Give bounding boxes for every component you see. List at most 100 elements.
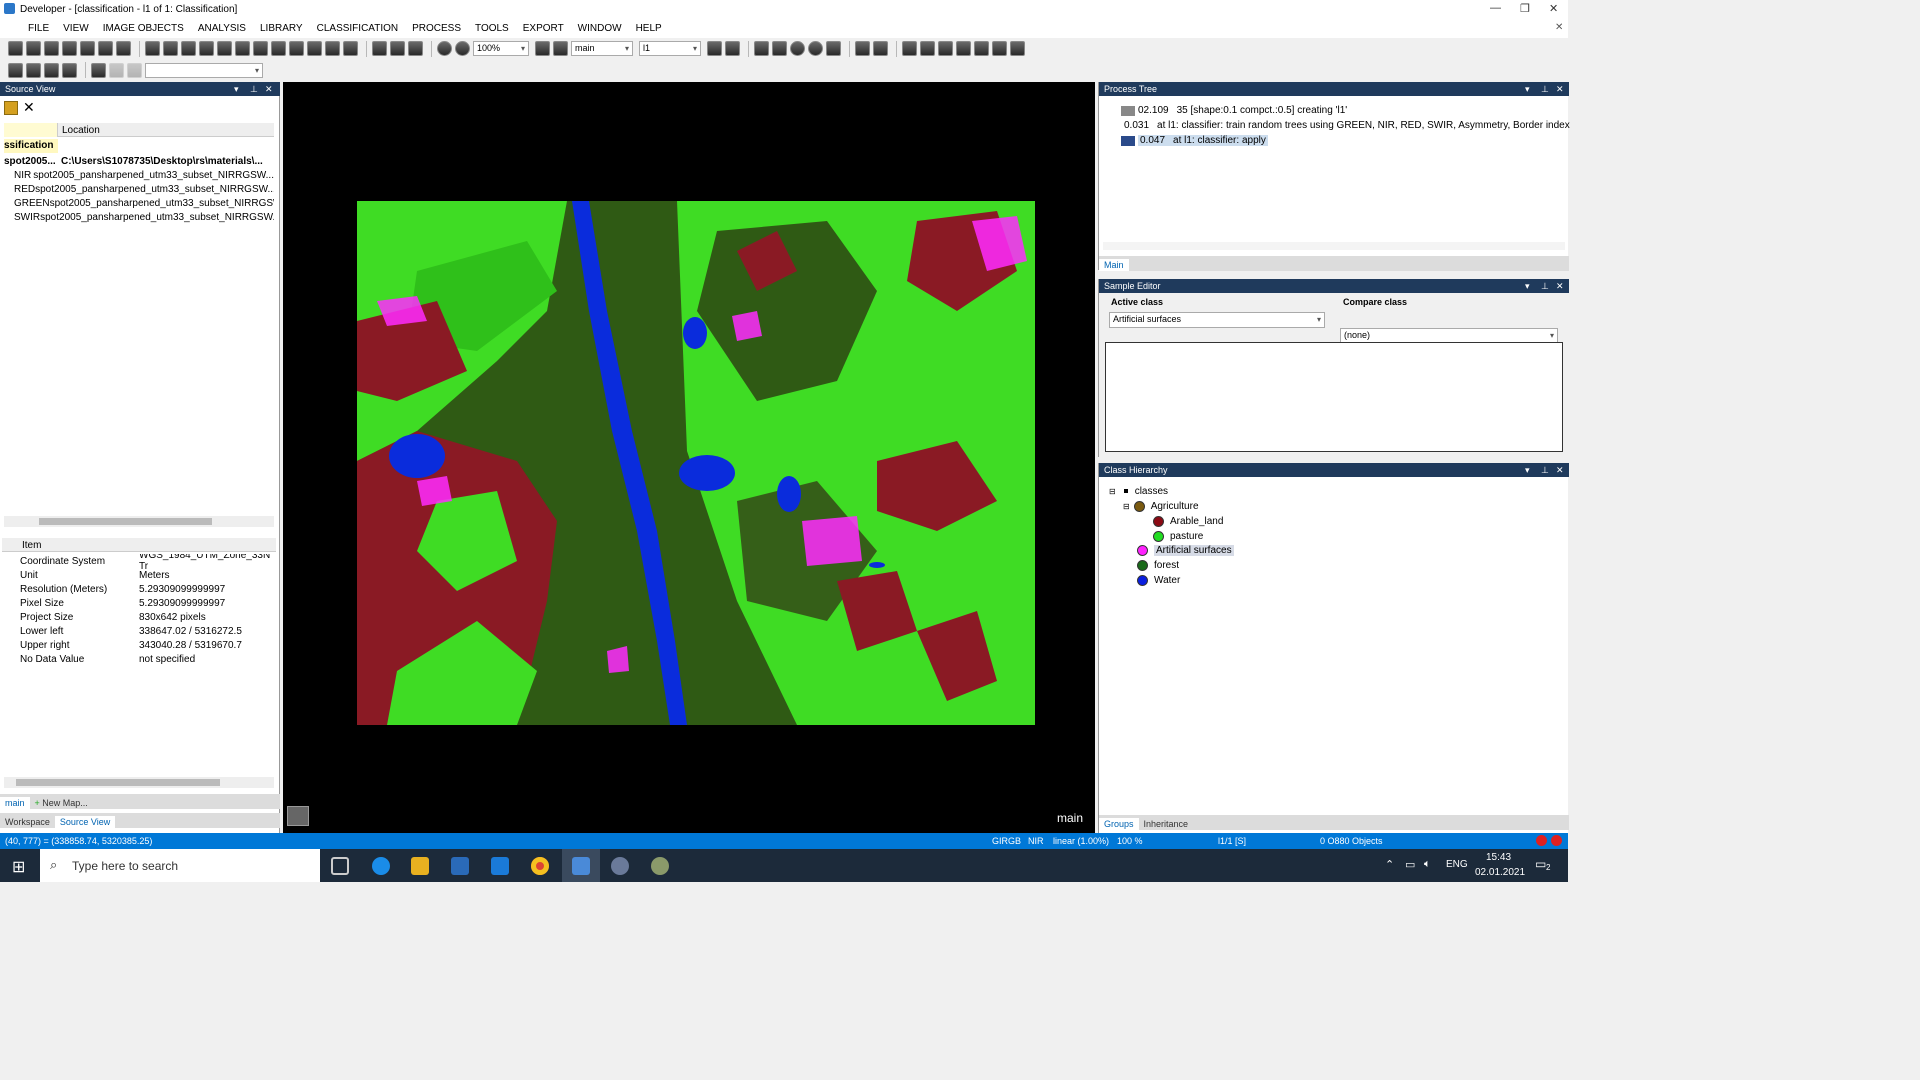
new-project-icon[interactable] (8, 41, 23, 56)
volume-icon[interactable]: 🔈︎ (1424, 858, 1431, 871)
network-icon[interactable]: ▭ (1405, 858, 1415, 871)
tab-workspace[interactable]: Workspace (0, 816, 55, 828)
pin-icon[interactable]: ⊥ (250, 82, 258, 96)
compare-view-icon[interactable] (343, 41, 358, 56)
open-project-icon[interactable] (26, 41, 41, 56)
notification-icon[interactable]: ▭ (1535, 857, 1546, 871)
restore-icon[interactable]: ❐ (1520, 2, 1530, 15)
class-item-agriculture[interactable]: ⊟ Agriculture (1123, 499, 1199, 513)
open-workspace-icon[interactable] (80, 41, 95, 56)
process-icon[interactable] (26, 62, 41, 78)
dropdown-icon[interactable]: ▾ (1525, 279, 1530, 293)
pin-icon[interactable]: ⊥ (1541, 82, 1549, 96)
band-mix-icon[interactable] (235, 41, 250, 56)
ecognition-icon[interactable] (572, 857, 590, 875)
clock-time[interactable]: 15:43 (1486, 852, 1511, 863)
rgb-icon[interactable] (253, 41, 268, 56)
split-view-icon[interactable] (307, 41, 322, 56)
source-row[interactable]: SWIR spot2005_pansharpened_utm33_subset_N… (4, 210, 274, 224)
execute-icon[interactable] (8, 62, 23, 78)
language-indicator[interactable]: ENG (1446, 859, 1468, 870)
redo-icon[interactable] (873, 41, 888, 56)
map-viewer[interactable]: main (283, 82, 1095, 833)
task-view-icon[interactable] (331, 857, 349, 875)
dropdown-icon[interactable]: ▾ (234, 82, 239, 96)
pin-icon[interactable]: ⊥ (1541, 279, 1549, 293)
save-all-icon[interactable] (116, 41, 131, 56)
menu-analysis[interactable]: ANALYSIS (198, 23, 246, 34)
info-icon[interactable] (790, 41, 805, 56)
source-row[interactable]: NIR spot2005_pansharpened_utm33_subset_NI… (4, 168, 274, 182)
zoom-select[interactable]: 100% (473, 41, 529, 56)
menu-export[interactable]: EXPORT (523, 23, 564, 34)
sample-icon[interactable] (44, 62, 59, 78)
clock-date[interactable]: 02.01.2021 (1475, 867, 1525, 878)
menu-process[interactable]: PROCESS (412, 23, 461, 34)
app-icon[interactable] (651, 857, 669, 875)
render-icon[interactable] (217, 41, 232, 56)
image-layer-button[interactable] (287, 806, 309, 826)
pan-icon[interactable] (390, 41, 405, 56)
edge-browser-icon[interactable] (372, 857, 390, 875)
active-class-select[interactable]: Artificial surfaces (1109, 312, 1325, 328)
search-box[interactable]: ⌕ Type here to search (40, 849, 320, 882)
warning-indicator-icon[interactable] (1551, 835, 1562, 846)
source-row[interactable]: RED spot2005_pansharpened_utm33_subset_NI… (4, 182, 274, 196)
hierarchy-icon[interactable] (62, 62, 77, 78)
process-item[interactable]: 02.109 35 [shape:0.1 compct.:0.5] creatin… (1121, 103, 1567, 118)
dropdown-icon[interactable]: ▾ (1525, 82, 1530, 96)
class-item-arable-land[interactable]: Arable_land (1153, 514, 1223, 528)
mail-icon[interactable] (491, 857, 509, 875)
class-item-pasture[interactable]: pasture (1153, 529, 1203, 543)
r-icon[interactable] (611, 857, 629, 875)
zoom-out-icon[interactable] (437, 41, 452, 56)
class-item-artificial-surfaces[interactable]: Artificial surfaces (1137, 543, 1234, 557)
table-icon[interactable] (772, 41, 787, 56)
zoom-tool-icon[interactable] (408, 41, 423, 56)
export-icon[interactable] (956, 41, 971, 56)
analysis-icon[interactable] (1010, 41, 1025, 56)
mdi-close-icon[interactable]: ✕ (1555, 22, 1563, 33)
object-layer-icon[interactable] (163, 41, 178, 56)
chrome-icon[interactable] (531, 857, 549, 875)
menu-classification[interactable]: CLASSIFICATION (317, 23, 399, 34)
file-explorer-icon[interactable] (411, 857, 429, 875)
minimize-icon[interactable]: — (1490, 2, 1501, 14)
arrow-up-icon[interactable] (109, 62, 124, 78)
location-column-header[interactable]: Location (62, 125, 100, 136)
level-up-icon[interactable] (725, 41, 740, 56)
tray-chevron-icon[interactable]: ⌃ (1385, 858, 1394, 871)
statistics-icon[interactable] (826, 41, 841, 56)
tab-source-view[interactable]: Source View (54, 816, 116, 828)
screenshot-icon[interactable] (992, 41, 1007, 56)
color-palette-icon[interactable] (91, 62, 106, 78)
layer-combo[interactable] (145, 62, 263, 78)
map-select[interactable]: main (571, 41, 633, 56)
save-project-icon[interactable] (44, 41, 59, 56)
feature-icon[interactable] (808, 41, 823, 56)
grid-icon[interactable] (902, 41, 917, 56)
add-data-icon[interactable] (4, 101, 18, 115)
menu-window[interactable]: WINDOW (578, 23, 622, 34)
error-indicator-icon[interactable] (1536, 835, 1547, 846)
menu-tools[interactable]: TOOLS (475, 23, 509, 34)
menu-view[interactable]: VIEW (63, 23, 89, 34)
source-row[interactable]: spot2005... C:\Users\S1078735\Desktop\rs\… (4, 154, 274, 168)
classification-layer-icon[interactable] (181, 41, 196, 56)
undo-icon[interactable] (855, 41, 870, 56)
process-item[interactable]: 0.031 at l1: classifier: train random tre… (1121, 118, 1570, 133)
pointer-icon[interactable] (372, 41, 387, 56)
level-down-icon[interactable] (707, 41, 722, 56)
classification-map[interactable] (357, 201, 1035, 725)
source-group[interactable]: ssification (4, 139, 58, 153)
horizontal-scrollbar[interactable] (4, 516, 274, 527)
grayscale-icon[interactable] (271, 41, 286, 56)
select-rect-icon[interactable] (938, 41, 953, 56)
tab-main[interactable]: Main (1099, 259, 1129, 271)
close-icon[interactable]: ✕ (265, 82, 273, 96)
zoom-fit-icon[interactable] (535, 41, 550, 56)
store-icon[interactable] (451, 857, 469, 875)
class-root[interactable]: ⊟ classes (1109, 484, 1168, 498)
class-item-forest[interactable]: forest (1137, 558, 1179, 572)
pin-icon[interactable]: ⊥ (1541, 463, 1549, 477)
